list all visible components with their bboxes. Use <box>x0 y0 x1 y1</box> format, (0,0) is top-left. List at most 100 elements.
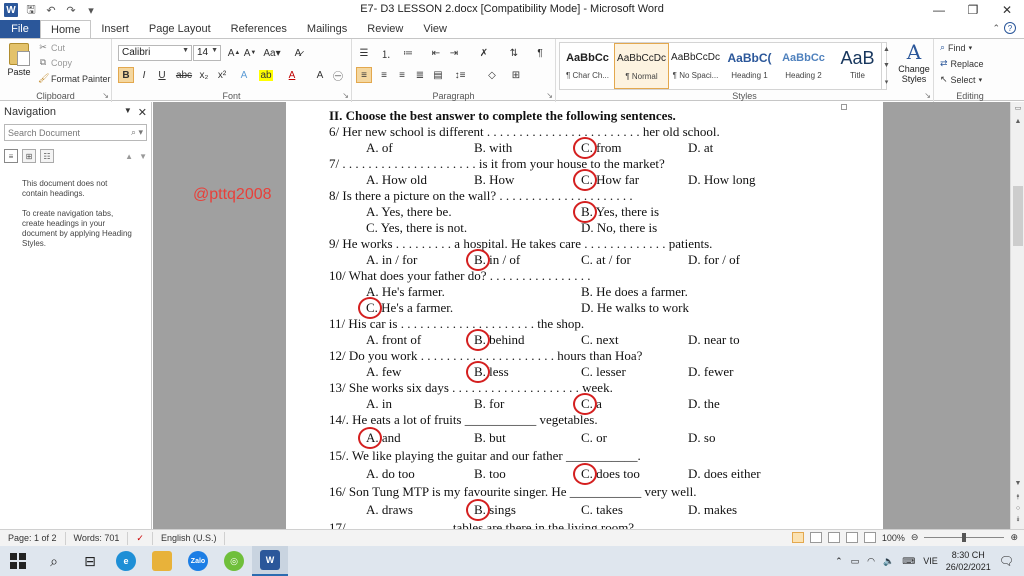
word-app-icon[interactable]: W <box>4 3 18 17</box>
more-styles-icon[interactable]: ▾ <box>885 78 889 86</box>
ribbon-minimize-icon[interactable]: ⌃ <box>992 23 1000 34</box>
battery-icon[interactable]: ▭ <box>851 556 860 567</box>
nav-options-icon[interactable]: ▼ <box>124 106 132 119</box>
print-layout-icon[interactable] <box>791 532 804 543</box>
word-count[interactable]: Words: 701 <box>66 531 129 545</box>
save-icon[interactable]: 🖫 <box>24 1 38 20</box>
volume-icon[interactable]: 🔈 <box>883 556 894 567</box>
nav-results-tab-icon[interactable]: ☷ <box>40 149 54 163</box>
style-heading-1[interactable]: AaBbC( Heading 1 <box>722 43 777 89</box>
replace-button[interactable]: ⇄ Replace <box>940 58 984 69</box>
zoom-in-icon[interactable]: ⊕ <box>1010 532 1018 543</box>
align-center-icon[interactable]: ≡ <box>376 67 392 83</box>
help-icon[interactable]: ? <box>1004 22 1016 34</box>
tab-home[interactable]: Home <box>40 20 92 38</box>
green-app[interactable]: ◎ <box>216 546 252 576</box>
paste-button[interactable]: Paste <box>6 43 32 87</box>
zalo-app[interactable]: Zalo <box>180 546 216 576</box>
clipboard-launcher-icon[interactable]: ↘ <box>102 91 109 100</box>
tab-page-layout[interactable]: Page Layout <box>139 20 221 38</box>
tab-insert[interactable]: Insert <box>91 20 139 38</box>
paragraph-launcher-icon[interactable]: ↘ <box>546 91 553 100</box>
notifications-icon[interactable]: 🗨 <box>999 554 1014 568</box>
numbering-icon[interactable]: ⒈ <box>378 45 394 61</box>
draft-view-icon[interactable] <box>863 532 876 543</box>
styles-launcher-icon[interactable]: ↘ <box>924 91 931 100</box>
asian-layout-icon[interactable]: ✗ <box>476 45 492 61</box>
maximize-button[interactable]: ❐ <box>956 0 990 20</box>
network-icon[interactable]: ◠ <box>867 556 875 567</box>
scroll-down-icon[interactable]: ▼ <box>1011 480 1024 487</box>
full-screen-reading-icon[interactable] <box>809 532 822 543</box>
search-icon[interactable]: ⌕ ▾ <box>131 127 143 138</box>
scroll-down-icon[interactable]: ▼ <box>883 62 890 69</box>
vertical-scrollbar[interactable]: ▭ ▲ ▼ ⯭ ○ ⯯ <box>1010 102 1024 529</box>
find-button[interactable]: ⌕ Find ▾ <box>940 42 972 53</box>
nav-close-icon[interactable]: ✕ <box>138 106 147 119</box>
proofing-status[interactable]: ✓ <box>128 531 153 545</box>
decrease-indent-icon[interactable]: ⇤ <box>428 45 444 61</box>
tab-file[interactable]: File <box>0 20 40 38</box>
file-explorer-app[interactable] <box>144 546 180 576</box>
change-styles-button[interactable]: A Change Styles <box>894 40 934 90</box>
scroll-thumb[interactable] <box>1013 186 1023 246</box>
zoom-level[interactable]: 100% <box>882 533 905 543</box>
encircle-icon[interactable]: ㊀ <box>330 67 346 83</box>
grow-font-icon[interactable]: A ▲ <box>226 45 242 61</box>
nav-prev-icon[interactable]: ▲ <box>125 152 133 161</box>
ruler-toggle-icon[interactable]: ▭ <box>1011 104 1024 112</box>
increase-indent-icon[interactable]: ⇥ <box>446 45 462 61</box>
word-app[interactable]: W <box>252 546 288 576</box>
tab-view[interactable]: View <box>413 20 457 38</box>
close-button[interactable]: ✕ <box>990 0 1024 20</box>
distributed-icon[interactable]: ▤ <box>430 67 446 83</box>
zoom-out-icon[interactable]: ⊖ <box>911 532 919 543</box>
bold-icon[interactable]: B <box>118 67 134 83</box>
align-right-icon[interactable]: ≡ <box>394 67 410 83</box>
sort-icon[interactable]: ⇅ <box>506 45 522 61</box>
edge-app[interactable]: e <box>108 546 144 576</box>
tab-references[interactable]: References <box>221 20 297 38</box>
style-title[interactable]: AaB Title <box>830 43 885 89</box>
tray-chevron-icon[interactable]: ⌃ <box>835 556 843 567</box>
multilevel-list-icon[interactable]: ≔ <box>400 45 416 61</box>
clear-format-icon[interactable]: A̷ <box>290 45 306 61</box>
zoom-slider[interactable] <box>924 533 1005 542</box>
minimize-button[interactable]: — <box>922 0 956 20</box>
char-shading-icon[interactable]: A <box>312 67 328 83</box>
style-char-ch[interactable]: AaBbCc ¶ Char Ch... <box>560 43 615 89</box>
task-view-button[interactable]: ⊟ <box>72 546 108 576</box>
show-marks-icon[interactable]: ¶ <box>532 45 548 61</box>
cut-button[interactable]: ✂ Cut <box>38 42 65 53</box>
font-color-icon[interactable]: A <box>284 67 300 83</box>
undo-icon[interactable]: ↶ <box>44 4 58 17</box>
nav-pages-tab-icon[interactable]: ⊞ <box>22 149 36 163</box>
document-area[interactable]: @pttq2008 II. Choose the best answer to … <box>153 102 1010 529</box>
nav-headings-tab-icon[interactable]: ≡ <box>4 149 18 163</box>
font-name-box[interactable]: Calibri ▼ <box>118 45 192 61</box>
document-page[interactable]: II. Choose the best answer to complete t… <box>286 102 883 529</box>
copy-button[interactable]: ⧉ Copy <box>38 57 72 68</box>
language-status[interactable]: English (U.S.) <box>153 531 226 545</box>
input-language[interactable]: VIE <box>923 556 938 566</box>
shrink-font-icon[interactable]: A ▼ <box>242 45 258 61</box>
subscript-icon[interactable]: x₂ <box>196 67 212 83</box>
underline-icon[interactable]: U <box>154 67 170 83</box>
tab-review[interactable]: Review <box>357 20 413 38</box>
scroll-up-icon[interactable]: ▲ <box>883 46 890 53</box>
customize-qat-icon[interactable]: ▾ <box>84 4 98 17</box>
page-count[interactable]: Page: 1 of 2 <box>0 531 66 545</box>
italic-icon[interactable]: I <box>136 67 152 83</box>
line-spacing-icon[interactable]: ↕≡ <box>452 67 468 83</box>
nav-next-icon[interactable]: ▼ <box>139 152 147 161</box>
keyboard-icon[interactable]: ⌨ <box>902 556 915 567</box>
nav-search-input[interactable]: Search Document ⌕ ▾ <box>4 124 147 141</box>
highlight-icon[interactable]: ab <box>258 67 274 83</box>
style-heading-2[interactable]: AaBbCc Heading 2 <box>776 43 831 89</box>
start-button[interactable] <box>0 546 36 576</box>
bullets-icon[interactable]: ☰ <box>356 45 372 61</box>
strikethrough-icon[interactable]: abc <box>176 67 192 83</box>
prev-page-icon[interactable]: ⯭ <box>1011 494 1024 502</box>
style-no-spacing[interactable]: AaBbCcDc ¶ No Spaci... <box>668 43 723 89</box>
borders-icon[interactable]: ⊞ <box>508 67 524 83</box>
